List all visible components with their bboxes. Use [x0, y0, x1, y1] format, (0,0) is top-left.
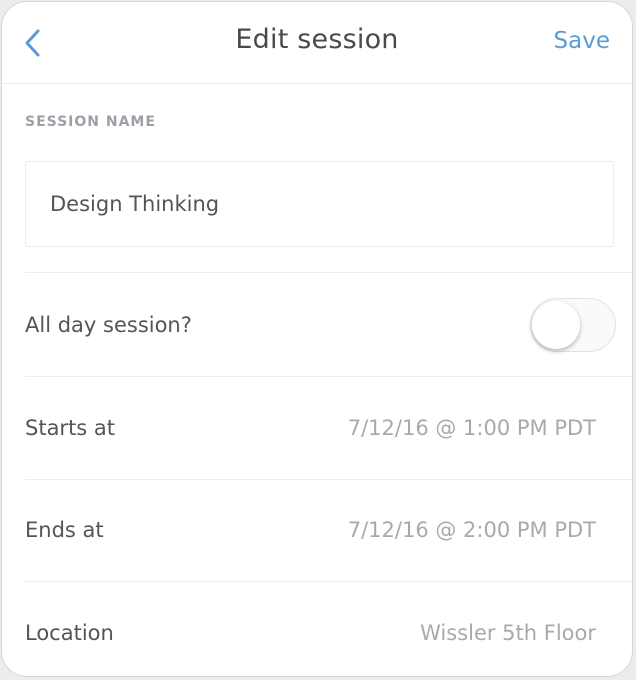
session-name-input[interactable]: [25, 161, 614, 247]
session-name-label: SESSION NAME: [25, 114, 156, 130]
location-label: Location: [25, 621, 114, 645]
edit-session-screen: Edit session Save SESSION NAME All day s…: [1, 1, 633, 677]
ends-at-value[interactable]: 7/12/16 @ 2:00 PM PDT: [348, 518, 596, 542]
nav-header: Edit session Save: [2, 2, 632, 84]
toggle-knob: [532, 301, 580, 349]
all-day-label: All day session?: [25, 313, 192, 337]
page-title: Edit session: [235, 24, 399, 55]
save-button[interactable]: Save: [554, 28, 610, 54]
divider: [25, 272, 632, 273]
starts-at-value[interactable]: 7/12/16 @ 1:00 PM PDT: [348, 416, 596, 440]
divider: [25, 376, 632, 377]
ends-at-label: Ends at: [25, 518, 104, 542]
all-day-toggle[interactable]: [530, 298, 616, 352]
location-value[interactable]: Wissler 5th Floor: [420, 621, 596, 645]
divider: [25, 479, 632, 480]
divider: [25, 581, 632, 582]
starts-at-label: Starts at: [25, 416, 116, 440]
